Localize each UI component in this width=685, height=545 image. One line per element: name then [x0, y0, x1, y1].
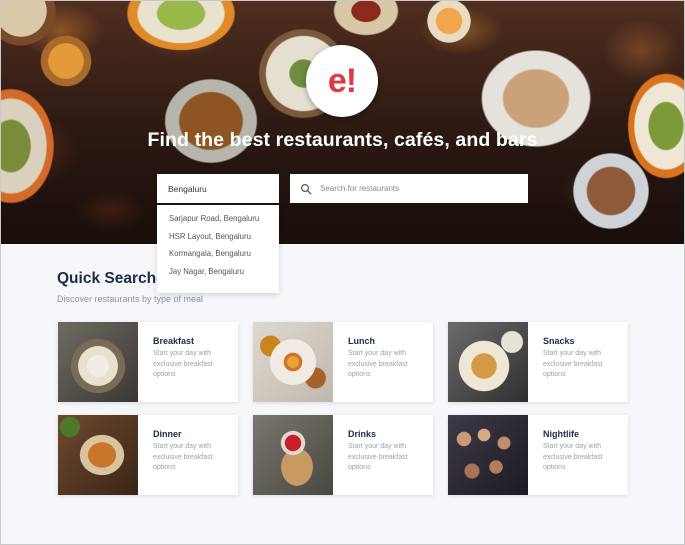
meal-card-breakfast[interactable]: Breakfast Start your day with exclusive … — [58, 322, 238, 402]
logo-text: e! — [327, 61, 357, 100]
restaurant-search-input[interactable]: Search for restaurants — [290, 174, 528, 203]
meal-card-drinks[interactable]: Drinks Start your day with exclusive bre… — [253, 415, 433, 495]
card-description: Start your day with exclusive breakfast … — [348, 350, 408, 378]
lunch-image — [253, 322, 333, 402]
food-plate-decoration — [126, 1, 236, 51]
search-icon — [300, 183, 312, 194]
meal-card-dinner[interactable]: Dinner Start your day with exclusive bre… — [58, 415, 238, 495]
card-title: Dinner — [153, 429, 182, 439]
location-input[interactable]: Bengaluru — [157, 174, 279, 203]
card-title: Breakfast — [153, 336, 195, 346]
meal-card-lunch[interactable]: Lunch Start your day with exclusive brea… — [253, 322, 433, 402]
quick-searches-subtitle: Discover restaurants by type of meal — [57, 294, 204, 304]
page: e! Find the best restaurants, cafés, and… — [0, 0, 685, 545]
meal-card-snacks[interactable]: Snacks Start your day with exclusive bre… — [448, 322, 628, 402]
card-description: Start your day with exclusive breakfast … — [543, 350, 603, 378]
meal-card-nightlife[interactable]: Nightlife Start your day with exclusive … — [448, 415, 628, 495]
food-plate-decoration — [156, 71, 266, 171]
card-description: Start your day with exclusive breakfast … — [153, 443, 213, 471]
search-placeholder: Search for restaurants — [320, 184, 400, 193]
quick-searches-title: Quick Searches — [57, 270, 174, 287]
card-description: Start your day with exclusive breakfast … — [153, 350, 213, 378]
food-plate-decoration — [326, 1, 406, 41]
hero-banner: e! Find the best restaurants, cafés, and… — [1, 1, 684, 244]
card-title: Drinks — [348, 429, 377, 439]
location-option[interactable]: Kormangala, Bengaluru — [169, 249, 251, 258]
card-description: Start your day with exclusive breakfast … — [543, 443, 603, 471]
location-option[interactable]: Sarjapur Road, Bengaluru — [169, 214, 259, 223]
snacks-image — [448, 322, 528, 402]
dinner-image — [58, 415, 138, 495]
drinks-image — [253, 415, 333, 495]
food-plate-decoration — [419, 1, 479, 51]
location-option[interactable]: Jay Nagar, Bengaluru — [169, 267, 244, 276]
card-description: Start your day with exclusive breakfast … — [348, 443, 408, 471]
card-title: Nightlife — [543, 429, 579, 439]
food-plate-decoration — [31, 26, 101, 96]
card-title: Snacks — [543, 336, 575, 346]
location-option[interactable]: HSR Layout, Bengaluru — [169, 232, 251, 241]
hero-title: Find the best restaurants, cafés, and ba… — [147, 129, 538, 151]
nightlife-image — [448, 415, 528, 495]
breakfast-image — [58, 322, 138, 402]
location-suggestions-dropdown: Sarjapur Road, Bengaluru HSR Layout, Ben… — [157, 205, 279, 293]
location-value: Bengaluru — [168, 183, 207, 194]
card-title: Lunch — [348, 336, 375, 346]
logo[interactable]: e! — [306, 45, 378, 117]
